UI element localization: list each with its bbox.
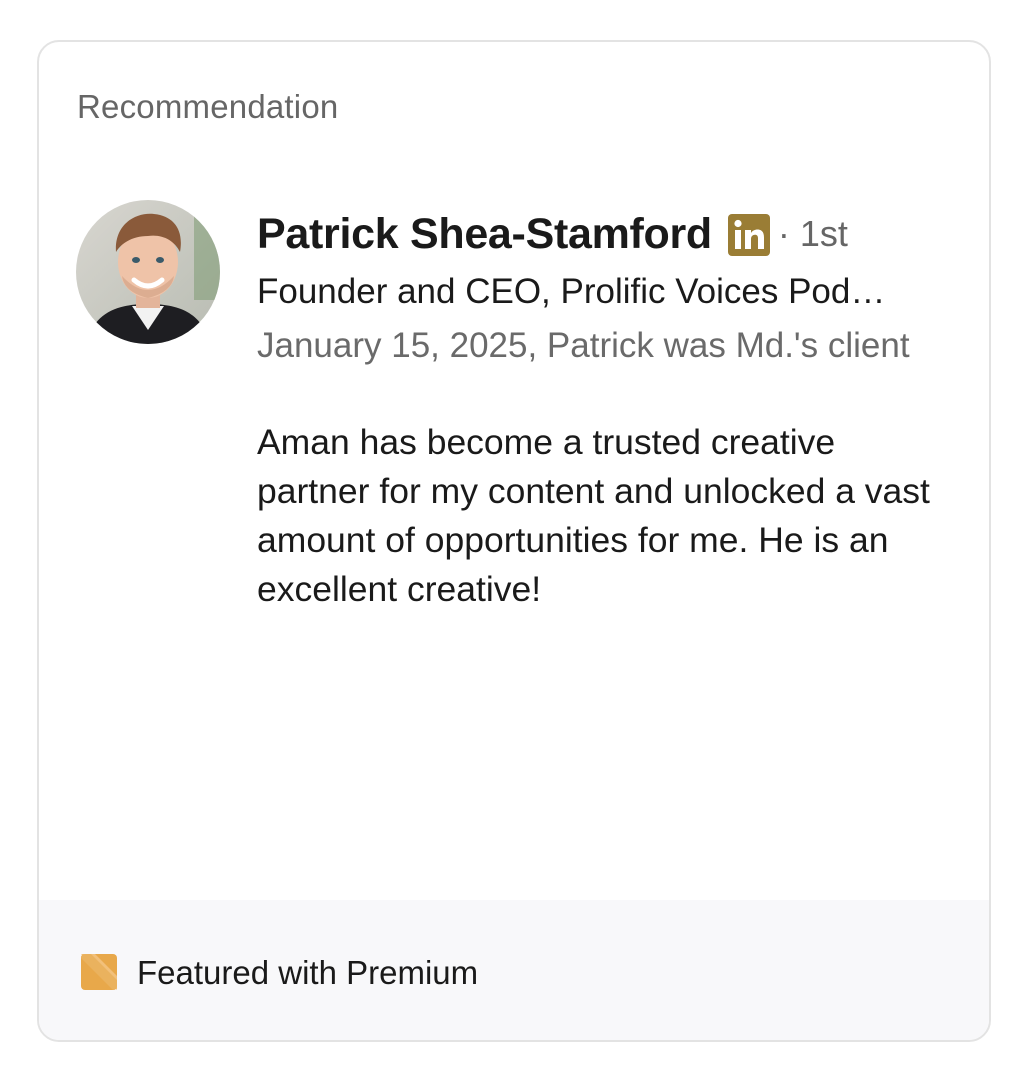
recommender-name[interactable]: Patrick Shea-Stamford (257, 210, 712, 259)
connection-degree: · 1st (777, 213, 848, 254)
avatar[interactable] (76, 200, 220, 344)
premium-badge-icon (81, 954, 117, 990)
relationship-text: January 15, 2025, Patrick was Md.'s clie… (257, 326, 910, 365)
recommendation-card: Recommendation Patrick Shea-Stamford · 1… (37, 40, 991, 1042)
premium-label: Featured with Premium (137, 954, 479, 991)
profile-photo (76, 200, 220, 344)
section-title: Recommendation (77, 88, 339, 125)
recommendation-content: Patrick Shea-Stamford · 1st Founder and … (257, 206, 957, 614)
name-row: Patrick Shea-Stamford · 1st (257, 206, 957, 262)
premium-footer: Featured with Premium (39, 900, 989, 1040)
linkedin-icon (727, 214, 770, 256)
recommendation-text: Aman has become a trusted creative partn… (257, 422, 930, 609)
recommender-headline: Founder and CEO, Prolific Voices Podcast… (257, 272, 897, 311)
